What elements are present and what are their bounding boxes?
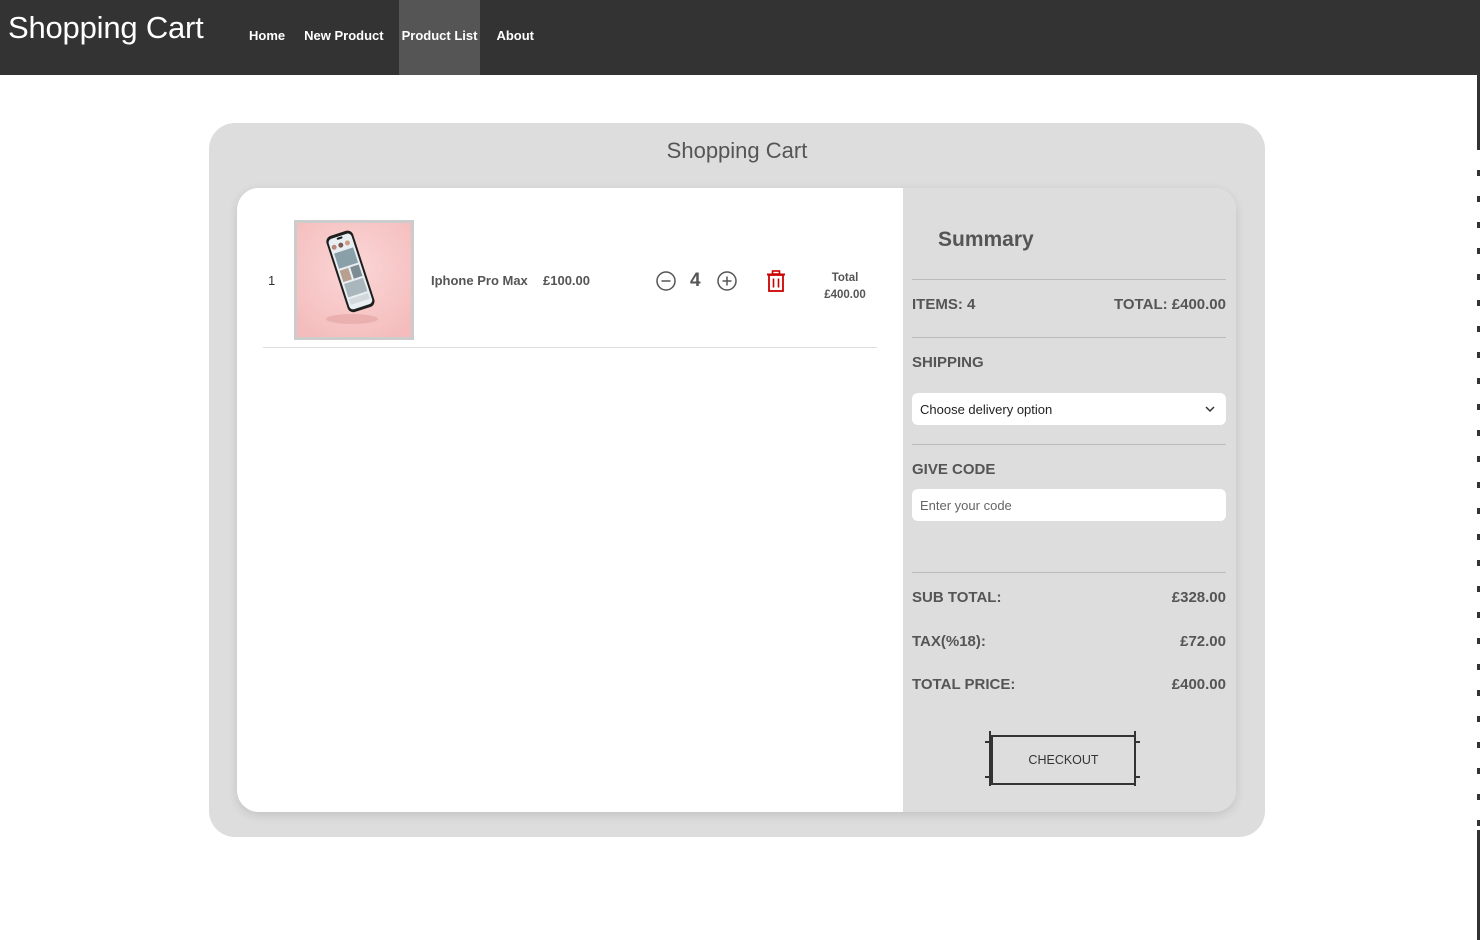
items-total: TOTAL: £400.00 [1114,296,1226,313]
divider [912,572,1226,573]
page-title: Shopping Cart [666,138,808,163]
summary-title: Summary [938,228,1034,251]
row-total-label: Total [831,272,859,284]
trash-icon [767,270,785,292]
delivery-select-value: Choose delivery option [920,401,1053,417]
items-total-line: ITEMS: 4 TOTAL: £400.00 [912,296,1226,313]
checkout-button[interactable]: CHECKOUT [991,735,1136,785]
items-count: ITEMS: 4 [912,296,976,313]
minus-circle-icon [656,271,676,291]
checkout-corner-mark [1136,776,1140,778]
cart-panel: 1 Iphone Pro Max £100.00 4 Total £400.00… [237,188,1236,812]
nav-item-product-list[interactable]: Product List [398,0,481,75]
divider [912,444,1226,445]
nav-item-home[interactable]: Home [245,0,289,75]
quantity-value: 4 [690,270,701,291]
checkout-corner-mark [989,731,991,786]
nav-item-about[interactable]: About [492,0,538,75]
row-total-value: £400.00 [824,289,866,301]
tax-label: TAX(%18): [912,633,986,650]
decrease-quantity-button[interactable] [656,271,676,291]
total-price-label: TOTAL PRICE: [912,676,1016,693]
row-total: Total £400.00 [815,270,875,304]
promo-code-input[interactable] [912,489,1226,521]
subtotal-line: SUB TOTAL: £328.00 [912,589,1226,606]
plus-circle-icon [717,271,737,291]
tax-line: TAX(%18): £72.00 [912,633,1226,650]
checkout-corner-mark [1136,741,1140,743]
checkout-corner-mark [985,776,989,778]
divider [912,279,1226,280]
summary-pane: Summary ITEMS: 4 TOTAL: £400.00 SHIPPING… [903,188,1236,812]
top-navbar: Shopping Cart Home New Product Product L… [0,0,1478,75]
increase-quantity-button[interactable] [717,271,737,291]
cart-item-row: 1 Iphone Pro Max £100.00 4 Total £400.00 [263,220,877,348]
code-title: GIVE CODE [912,461,996,478]
subtotal-label: SUB TOTAL: [912,589,1002,606]
delivery-select[interactable]: Choose delivery option [912,393,1226,425]
product-name[interactable]: Iphone Pro Max [431,273,528,288]
tax-value: £72.00 [1180,633,1226,650]
product-image [294,220,414,340]
total-price-value: £400.00 [1171,676,1226,693]
cart-items-pane: 1 Iphone Pro Max £100.00 4 Total £400.00 [237,188,903,812]
delete-item-button[interactable] [766,270,786,292]
divider [912,337,1226,338]
nav-menu: Home New Product Product List About [245,0,549,75]
product-price: £100.00 [543,273,590,288]
item-index: 1 [268,273,276,288]
brand-title[interactable]: Shopping Cart [8,10,204,46]
nav-item-new-product[interactable]: New Product [300,0,387,75]
total-price-line: TOTAL PRICE: £400.00 [912,676,1226,693]
chevron-down-icon [1205,406,1215,413]
subtotal-value: £328.00 [1171,589,1226,606]
shipping-title: SHIPPING [912,354,984,371]
